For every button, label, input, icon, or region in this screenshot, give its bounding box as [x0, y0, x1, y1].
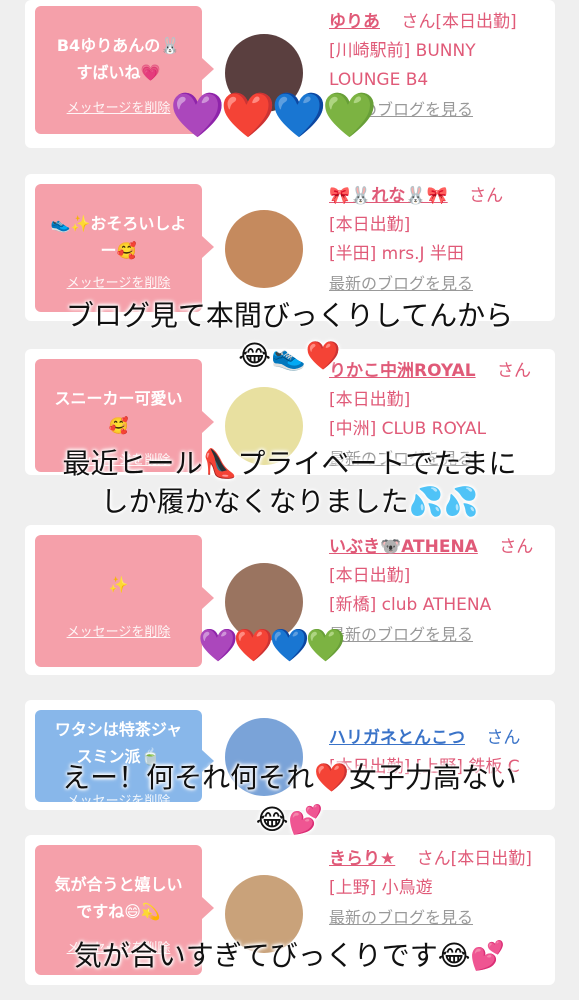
delete-message-link[interactable]: メッセージを削除: [35, 270, 202, 297]
status-text: [本日出勤]: [329, 390, 411, 410]
location-text: [川崎駅前] BUNNY LOUNGE B4: [329, 41, 476, 90]
message-bubble: 👟✨おそろいしよー🥰 メッセージを削除: [35, 184, 214, 312]
cast-name-link[interactable]: 🎀🐰れな🐰🎀: [329, 186, 448, 206]
message-text: 気が合うと嬉しいですね😄💫: [54, 875, 183, 921]
location-text: [上野] 小鳥遊: [329, 878, 433, 898]
status-text: [本日出勤]: [329, 566, 411, 586]
honorific: さん: [486, 728, 521, 748]
message-text: B4ゆりあんの🐰すばいね💗: [56, 36, 181, 82]
status-text: [本日出勤]: [329, 215, 411, 235]
hearts-sticker: 💜❤️💙💚: [170, 90, 377, 141]
status-text: [本日出勤]: [435, 12, 517, 32]
honorific: さん: [499, 537, 534, 557]
blog-link[interactable]: 最新のブログを見る: [329, 625, 473, 644]
message-text: ✨: [108, 575, 129, 594]
location-text: [半田] mrs.J 半田: [329, 244, 464, 264]
cast-name-link[interactable]: ハリガネとんこつ: [329, 728, 465, 748]
overlay-caption: 最近ヒール👠プライベートでたまに: [62, 447, 517, 480]
cast-name-link[interactable]: いぶき🐨ATHENA: [329, 537, 478, 557]
cast-info: きらり★ さん[本日出勤] [上野] 小鳥遊 最新のブログを見る: [329, 845, 547, 933]
location-text: [新橋] club ATHENA: [329, 595, 492, 615]
overlay-caption-emoji: 😂💕: [255, 803, 324, 836]
overlay-caption: えー！何それ何それ❤️女子力高ない: [62, 761, 517, 794]
message-text: スニーカー可愛い🥰: [54, 389, 183, 435]
cast-name-link[interactable]: ゆりあ: [329, 12, 380, 32]
message-bubble: ✨ メッセージを削除: [35, 535, 214, 667]
honorific: さん: [416, 849, 451, 869]
honorific: さん: [469, 186, 504, 206]
cast-info: いぶき🐨ATHENA さん [本日出勤] [新橋] club ATHENA 最新の…: [329, 533, 547, 650]
avatar[interactable]: [225, 210, 303, 288]
blog-link[interactable]: 最新のブログを見る: [329, 274, 473, 293]
hearts-sticker: 💜❤️💙💚: [198, 626, 345, 664]
cast-info: 🎀🐰れな🐰🎀 さん [本日出勤] [半田] mrs.J 半田 最新のブログを見る: [329, 182, 547, 299]
message-text: 👟✨おそろいしよー🥰: [50, 214, 187, 260]
overlay-caption: ブログ見て本間びっくりしてんから: [65, 299, 514, 332]
blog-link[interactable]: 最新のブログを見る: [329, 908, 473, 927]
overlay-caption-emoji: 😂👟❤️: [238, 339, 341, 372]
status-text: [本日出勤]: [450, 849, 532, 869]
honorific: さん: [401, 12, 436, 32]
location-text: [中洲] CLUB ROYAL: [329, 419, 487, 439]
overlay-caption: しか履かなくなりました💦💦: [100, 485, 479, 518]
cast-name-link[interactable]: きらり★: [329, 849, 395, 869]
delete-message-link[interactable]: メッセージを削除: [35, 619, 202, 646]
overlay-caption: 気が合いすぎてびっくりです😂💕: [73, 939, 506, 972]
